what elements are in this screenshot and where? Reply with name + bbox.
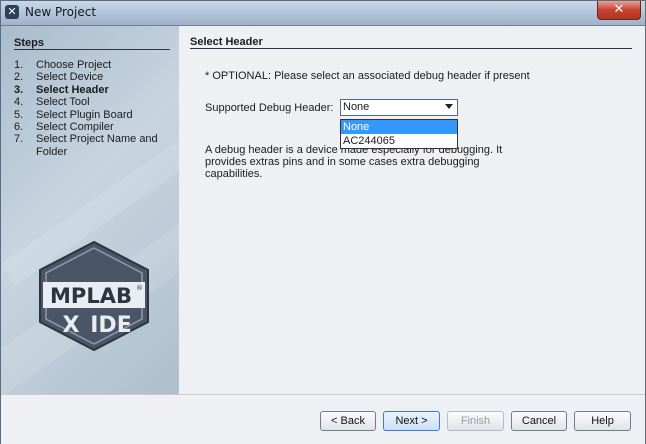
next-button[interactable]: Next >	[383, 411, 440, 431]
step-label: Select Device	[36, 71, 104, 84]
step-number: 4.	[14, 96, 24, 109]
wizard-footer: < Back Next > Finish Cancel Help	[1, 394, 645, 444]
step-label: Select Tool	[36, 96, 90, 109]
chevron-down-icon[interactable]	[445, 104, 453, 109]
logo-text-ide: IDE	[90, 313, 131, 338]
select-value: None	[343, 101, 370, 113]
debug-header-label: Supported Debug Header:	[205, 102, 334, 114]
step-label: Select Compiler	[36, 121, 114, 134]
debug-header-select[interactable]: None	[340, 99, 458, 116]
step-label: Select Project Name and Folder	[36, 133, 158, 158]
steps-divider	[14, 49, 170, 50]
finish-button[interactable]: Finish	[447, 411, 504, 431]
step-number: 6.	[14, 121, 24, 134]
step-item: 7. Select Project Name and Folder	[14, 133, 174, 158]
steps-heading: Steps	[14, 37, 44, 49]
new-project-window: ✕ New Project ✕ Steps 1. Choose Project 2…	[0, 0, 646, 444]
dropdown-option-ac244065[interactable]: AC244065	[341, 134, 457, 148]
step-item: 5. Select Plugin Board	[14, 109, 174, 121]
cancel-button[interactable]: Cancel	[511, 411, 567, 431]
optional-instruction: * OPTIONAL: Please select an associated …	[205, 70, 530, 82]
back-button[interactable]: < Back	[320, 411, 376, 431]
step-label: Select Plugin Board	[36, 108, 133, 121]
header-description: A debug header is a device made especial…	[205, 144, 503, 180]
step-item: 6. Select Compiler	[14, 121, 174, 133]
help-button[interactable]: Help	[574, 411, 631, 431]
step-number: 2.	[14, 71, 24, 84]
close-button[interactable]: ✕	[597, 1, 641, 20]
step-item: 4. Select Tool	[14, 96, 174, 108]
steps-panel: Steps 1. Choose Project 2. Select Device 3…	[1, 26, 179, 394]
step-number: 3.	[14, 83, 24, 96]
mplab-x-ide-logo: MPLAB ® X IDE	[39, 240, 149, 352]
step-number: 7.	[14, 133, 24, 146]
step-number: 1.	[14, 59, 24, 71]
logo-registered-mark: ®	[136, 284, 143, 292]
step-label: Select Header	[36, 83, 109, 96]
title-bar[interactable]: ✕ New Project ✕	[1, 1, 645, 26]
debug-header-dropdown[interactable]: None AC244065	[340, 119, 458, 149]
logo-text-x: X	[63, 313, 80, 338]
steps-list: 1. Choose Project 2. Select Device 3. Selec…	[14, 59, 174, 158]
step-label: Choose Project	[36, 59, 112, 71]
step-item-active: 3. Select Header	[14, 84, 174, 96]
step-number: 5.	[14, 108, 24, 121]
page-title: Select Header	[190, 36, 263, 48]
select-header-panel: Select Header * OPTIONAL: Please select …	[179, 26, 645, 394]
dropdown-option-none[interactable]: None	[341, 120, 457, 134]
window-title: New Project	[25, 5, 97, 19]
title-divider	[190, 48, 632, 49]
step-item: 2. Select Device	[14, 71, 174, 83]
close-icon: ✕	[613, 2, 625, 17]
mplab-x-icon: ✕	[5, 5, 19, 19]
logo-text-mplab: MPLAB	[50, 284, 132, 308]
step-item: 1. Choose Project	[14, 59, 174, 71]
